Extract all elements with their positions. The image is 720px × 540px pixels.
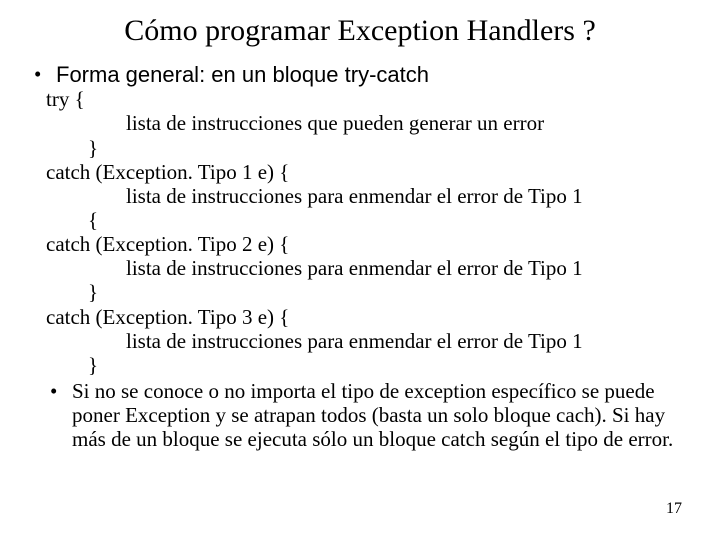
code-line: catch (Exception. Tipo 1 e) { <box>46 160 688 184</box>
bullet-text: Forma general: en un bloque try-catch <box>56 62 429 87</box>
bullet-general-form: • Forma general: en un bloque try-catch <box>34 62 688 87</box>
code-line: lista de instrucciones que pueden genera… <box>126 111 688 135</box>
code-line: catch (Exception. Tipo 2 e) { <box>46 232 688 256</box>
page-number: 17 <box>666 500 682 518</box>
code-line: lista de instrucciones para enmendar el … <box>126 256 688 280</box>
code-line: lista de instrucciones para enmendar el … <box>126 184 688 208</box>
code-block: try { lista de instrucciones que pueden … <box>46 87 688 377</box>
slide: Cómo programar Exception Handlers ? • Fo… <box>0 0 720 540</box>
code-line: } <box>88 280 688 304</box>
bullet-dot-icon: • <box>34 62 56 86</box>
bullet-explanation: • Si no se conoce o no importa el tipo d… <box>50 379 688 451</box>
slide-body: • Forma general: en un bloque try-catch … <box>32 62 688 451</box>
code-line: { <box>88 208 688 232</box>
bullet-text: Si no se conoce o no importa el tipo de … <box>72 379 688 451</box>
code-line: lista de instrucciones para enmendar el … <box>126 329 688 353</box>
slide-title: Cómo programar Exception Handlers ? <box>32 14 688 48</box>
code-line: } <box>88 136 688 160</box>
code-line: } <box>88 353 688 377</box>
code-line: catch (Exception. Tipo 3 e) { <box>46 305 688 329</box>
bullet-dot-icon: • <box>50 379 72 403</box>
code-line: try { <box>46 87 688 111</box>
